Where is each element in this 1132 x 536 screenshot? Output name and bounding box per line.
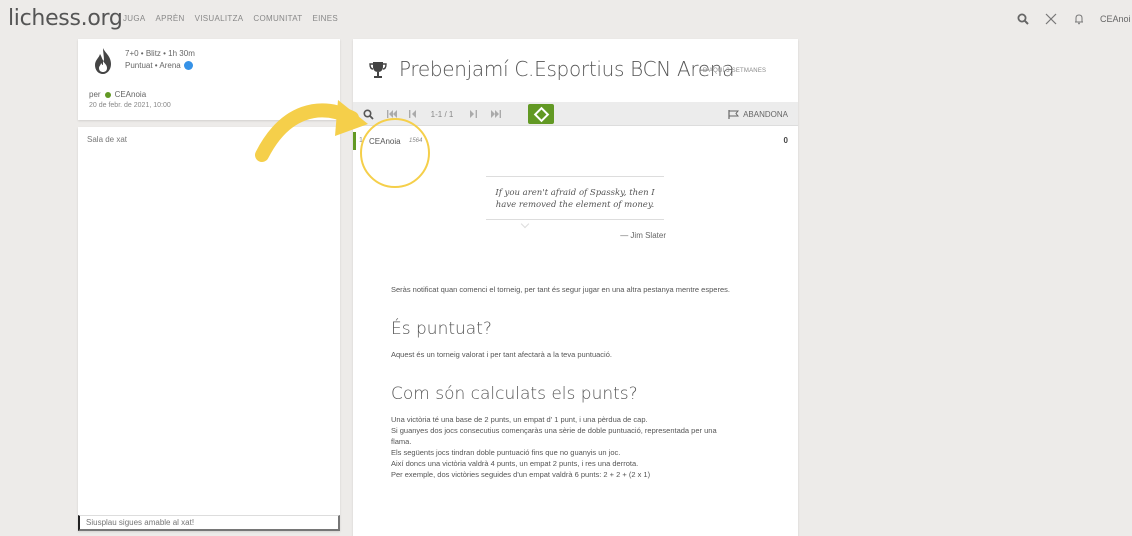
nav-learn[interactable]: APRÈN (156, 14, 185, 23)
by-label: per (89, 90, 101, 99)
online-status-icon (104, 91, 111, 98)
abandon-label: ABANDONA (743, 109, 788, 119)
main-nav: JUGA APRÈN VISUALITZA COMUNITAT EINES (123, 14, 338, 23)
player-score: 0 (783, 136, 788, 145)
first-page-icon[interactable] (383, 102, 401, 126)
search-player-icon[interactable] (359, 102, 377, 126)
standings-toolbar: 1-1 / 1 ABANDONA (353, 102, 798, 126)
player-rank: 1 (359, 137, 363, 144)
tournament-info-box: 7+0 • Blitz • 1h 30m Puntuat • Arena per… (78, 39, 340, 120)
chat-input[interactable] (78, 515, 340, 531)
points-heading: Com són calculats els punts? (391, 384, 638, 404)
trophy-icon (369, 62, 387, 78)
rated-text: Aquest és un torneig valorat i per tant … (391, 350, 612, 359)
quote-text: If you aren't afraid of Spassky, then I … (495, 188, 655, 210)
nav-community[interactable]: COMUNITAT (253, 14, 302, 23)
player-rating: 1564 (409, 138, 423, 144)
points-line: Els següents jocs tindran doble puntuaci… (391, 448, 621, 457)
top-right-icons: CEAnoi (1016, 12, 1132, 26)
swords-icon[interactable] (1044, 12, 1058, 26)
tournament-start-time: D'AQUÍ 3 SETMANES (703, 68, 767, 74)
points-text: Una victòria té una base de 2 punts, un … (391, 414, 771, 480)
last-page-icon[interactable] (487, 102, 505, 126)
rated-heading: És puntuat? (391, 319, 492, 339)
flame-icon (95, 48, 111, 74)
user-menu[interactable]: CEAnoi (1100, 14, 1132, 24)
tournament-title: Prebenjamí C.Esportius BCN Arena (399, 57, 735, 81)
tournament-faq: Seràs notificat quan comenci el torneig,… (391, 284, 771, 480)
tournament-clock: 7+0 • Blitz • 1h 30m (125, 49, 195, 58)
bell-icon[interactable] (1072, 12, 1086, 26)
points-line: Una victòria té una base de 2 punts, un … (391, 415, 648, 424)
points-line: Per exemple, dos victòries seguides d'un… (391, 470, 651, 479)
search-icon[interactable] (1016, 12, 1030, 26)
row-highlight-bar (353, 132, 356, 150)
chat-title: Sala de xat (87, 135, 128, 144)
abandon-button[interactable]: ABANDONA (728, 102, 788, 126)
points-line: Si guanyes dos jocs consecutius començar… (391, 426, 717, 446)
flag-icon (728, 109, 740, 119)
standings-row[interactable]: 1 CEAnoia 1564 0 (353, 130, 798, 152)
next-page-icon[interactable] (466, 102, 480, 126)
creator-link[interactable]: CEAnoia (115, 90, 147, 99)
tournament-main-panel: Prebenjamí C.Esportius BCN Arena D'AQUÍ … (353, 39, 798, 536)
tournament-creator: per CEAnoia (89, 90, 146, 99)
top-bar: lichess.org JUGA APRÈN VISUALITZA COMUNI… (0, 0, 1132, 38)
points-line: Així doncs una victòria valdrà 4 punts, … (391, 459, 639, 468)
quote-pointer (520, 219, 530, 229)
prev-page-icon[interactable] (405, 102, 419, 126)
page-indicator: 1-1 / 1 (430, 109, 454, 119)
gear-icon[interactable] (183, 61, 193, 70)
my-position-button[interactable] (528, 104, 554, 124)
player-name[interactable]: CEAnoia (369, 137, 401, 146)
chat-room: Sala de xat (78, 127, 340, 531)
nav-watch[interactable]: VISUALITZA (195, 14, 244, 23)
tournament-date: 20 de febr. de 2021, 10:00 (89, 102, 171, 109)
tournament-rated-label: Puntuat • Arena (125, 61, 181, 70)
nav-play[interactable]: JUGA (123, 14, 146, 23)
tournament-variant: Puntuat • Arena (125, 61, 193, 70)
notify-text: Seràs notificat quan comenci el torneig,… (391, 285, 730, 294)
site-logo[interactable]: lichess.org (8, 6, 123, 31)
quote-bottom-line (486, 219, 664, 220)
quote-block: If you aren't afraid of Spassky, then I … (486, 176, 664, 229)
nav-tools[interactable]: EINES (312, 14, 338, 23)
quote-author: — Jim Slater (620, 231, 666, 240)
